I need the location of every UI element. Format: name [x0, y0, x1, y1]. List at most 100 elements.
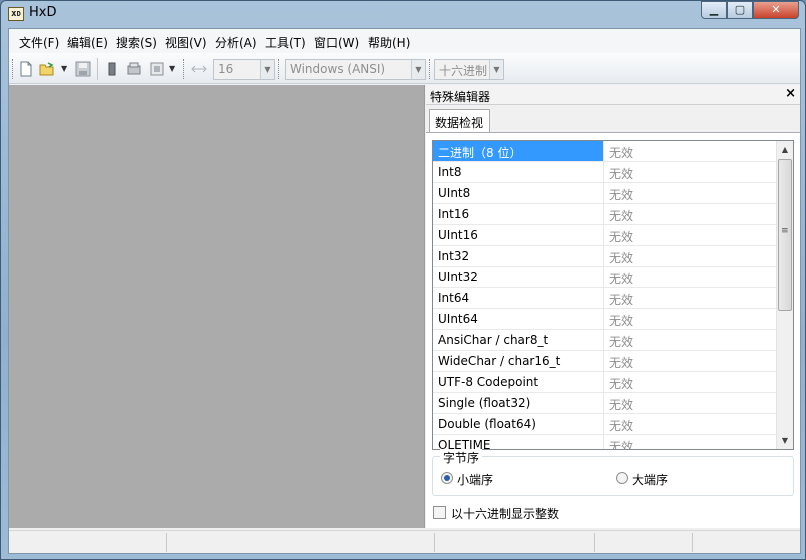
hex-editor-area[interactable] [9, 85, 425, 528]
toolbar-grip[interactable] [183, 59, 186, 79]
menu-analysis[interactable]: 分析(A) [215, 34, 257, 51]
data-inspector-row[interactable]: Int8 无效 [433, 162, 776, 183]
status-pane [167, 533, 435, 552]
row-value[interactable]: 无效 [604, 162, 776, 182]
data-inspector-page: 二进制（8 位） 无效 Int8 无效 UInt8 无效 Int16 无效 UInt16 无效 In… [426, 132, 800, 528]
row-type-name[interactable]: OLETIME [433, 435, 604, 449]
row-type-name[interactable]: 二进制（8 位） [433, 141, 604, 161]
row-value[interactable]: 无效 [604, 309, 776, 329]
grip-icon: ≡ [781, 226, 789, 236]
big-endian-radio[interactable] [616, 472, 628, 484]
scroll-down-icon[interactable]: ▼ [777, 432, 793, 449]
menu-view[interactable]: 视图(V) [165, 34, 207, 51]
row-value[interactable]: 无效 [604, 204, 776, 224]
big-endian-label[interactable]: 大端序 [632, 471, 668, 488]
little-endian-label[interactable]: 小端序 [457, 471, 493, 488]
row-value[interactable]: 无效 [604, 225, 776, 245]
vertical-scrollbar[interactable]: ▲ ≡ ▼ [776, 141, 793, 449]
open-dropdown-icon[interactable]: ▼ [61, 64, 67, 73]
row-type-name[interactable]: UTF-8 Codepoint [433, 372, 604, 392]
row-type-name[interactable]: Single (float32) [433, 393, 604, 413]
menu-search[interactable]: 搜索(S) [116, 34, 157, 51]
maximize-button[interactable]: ▢ [727, 1, 753, 19]
data-inspector-row[interactable]: WideChar / char16_t 无效 [433, 351, 776, 372]
row-value[interactable]: 无效 [604, 288, 776, 308]
row-value[interactable]: 无效 [604, 330, 776, 350]
row-value[interactable]: 无效 [604, 267, 776, 287]
offset-base-select[interactable]: 十六进制 ▼ [434, 59, 504, 80]
row-type-name[interactable]: Int64 [433, 288, 604, 308]
row-type-name[interactable]: UInt32 [433, 267, 604, 287]
toolbar: ▼ ▼ 16 ▼ Windows (ANSI) ▼ 十六进制 ▼ [9, 53, 800, 84]
row-value[interactable]: 无效 [604, 246, 776, 266]
byte-order-legend: 字节序 [440, 449, 483, 466]
toolbar-grip[interactable] [278, 59, 281, 79]
data-inspector-row[interactable]: UInt16 无效 [433, 225, 776, 246]
tab-data-inspector[interactable]: 数据检视 [429, 109, 490, 133]
menu-file[interactable]: 文件(F) [19, 34, 59, 51]
memory-icon[interactable] [104, 61, 120, 77]
data-inspector-row[interactable]: Int64 无效 [433, 288, 776, 309]
row-type-name[interactable]: WideChar / char16_t [433, 351, 604, 371]
row-value[interactable]: 无效 [604, 414, 776, 434]
data-inspector-row[interactable]: UInt32 无效 [433, 267, 776, 288]
save-icon[interactable] [75, 61, 91, 77]
data-inspector-row[interactable]: UTF-8 Codepoint 无效 [433, 372, 776, 393]
data-inspector-row[interactable]: Int16 无效 [433, 204, 776, 225]
panel-title: 特殊编辑器 [430, 90, 491, 104]
properties-icon[interactable] [149, 61, 165, 77]
row-value[interactable]: 无效 [604, 393, 776, 413]
data-inspector-row[interactable]: UInt8 无效 [433, 183, 776, 204]
row-value[interactable]: 无效 [604, 372, 776, 392]
row-type-name[interactable]: AnsiChar / char8_t [433, 330, 604, 350]
disk-icon[interactable] [126, 61, 142, 77]
row-value[interactable]: 无效 [604, 435, 776, 449]
data-inspector-row[interactable]: Double (float64) 无效 [433, 414, 776, 435]
status-pane [693, 533, 800, 552]
menu-tools[interactable]: 工具(T) [265, 34, 306, 51]
app-window: xD HxD ▁ ▢ ✕ 文件(F) 编辑(E) 搜索(S) 视图(V) 分析(… [0, 0, 806, 560]
client-area: 文件(F) 编辑(E) 搜索(S) 视图(V) 分析(A) 工具(T) 窗口(W… [8, 28, 801, 554]
minimize-button[interactable]: ▁ [701, 1, 727, 19]
status-pane [9, 533, 167, 552]
new-file-icon[interactable] [18, 61, 34, 77]
row-type-name[interactable]: UInt8 [433, 183, 604, 203]
data-inspector-grid[interactable]: 二进制（8 位） 无效 Int8 无效 UInt8 无效 Int16 无效 UInt16 无效 In… [432, 140, 794, 450]
row-type-name[interactable]: Int8 [433, 162, 604, 182]
menu-window[interactable]: 窗口(W) [314, 34, 359, 51]
hex-integers-label[interactable]: 以十六进制显示整数 [451, 505, 559, 522]
special-editor-panel: 特殊编辑器 × 数据检视 二进制（8 位） 无效 Int8 无效 UInt8 无效 Int1… [426, 85, 800, 528]
scroll-thumb[interactable]: ≡ [778, 159, 792, 311]
properties-dropdown-icon[interactable]: ▼ [169, 64, 175, 73]
panel-close-icon[interactable]: × [785, 86, 796, 101]
row-value[interactable]: 无效 [604, 141, 776, 161]
row-type-name[interactable]: Int16 [433, 204, 604, 224]
status-pane [435, 533, 595, 552]
data-inspector-row[interactable]: Int32 无效 [433, 246, 776, 267]
open-folder-icon[interactable] [39, 61, 55, 77]
toolbar-grip[interactable] [429, 59, 432, 79]
row-value[interactable]: 无效 [604, 183, 776, 203]
columns-icon[interactable] [191, 61, 207, 77]
data-inspector-row[interactable]: AnsiChar / char8_t 无效 [433, 330, 776, 351]
encoding-select[interactable]: Windows (ANSI) ▼ [285, 59, 426, 80]
little-endian-radio[interactable] [441, 472, 453, 484]
data-inspector-row[interactable]: UInt64 无效 [433, 309, 776, 330]
row-type-name[interactable]: UInt16 [433, 225, 604, 245]
row-value[interactable]: 无效 [604, 351, 776, 371]
hex-integers-checkbox[interactable] [433, 506, 446, 519]
bytes-per-row-select[interactable]: 16 ▼ [213, 59, 275, 80]
toolbar-grip[interactable] [12, 59, 15, 79]
row-type-name[interactable]: UInt64 [433, 309, 604, 329]
menu-help[interactable]: 帮助(H) [368, 34, 410, 51]
row-type-name[interactable]: Double (float64) [433, 414, 604, 434]
title-bar[interactable]: xD HxD ▁ ▢ ✕ [1, 1, 805, 27]
scroll-up-icon[interactable]: ▲ [777, 141, 793, 158]
data-inspector-row[interactable]: Single (float32) 无效 [433, 393, 776, 414]
data-inspector-row[interactable]: OLETIME 无效 [433, 435, 776, 449]
menu-edit[interactable]: 编辑(E) [67, 34, 108, 51]
data-inspector-row[interactable]: 二进制（8 位） 无效 [433, 141, 776, 162]
close-window-button[interactable]: ✕ [753, 1, 799, 19]
row-type-name[interactable]: Int32 [433, 246, 604, 266]
byte-order-group: 字节序 小端序 大端序 [432, 449, 794, 496]
